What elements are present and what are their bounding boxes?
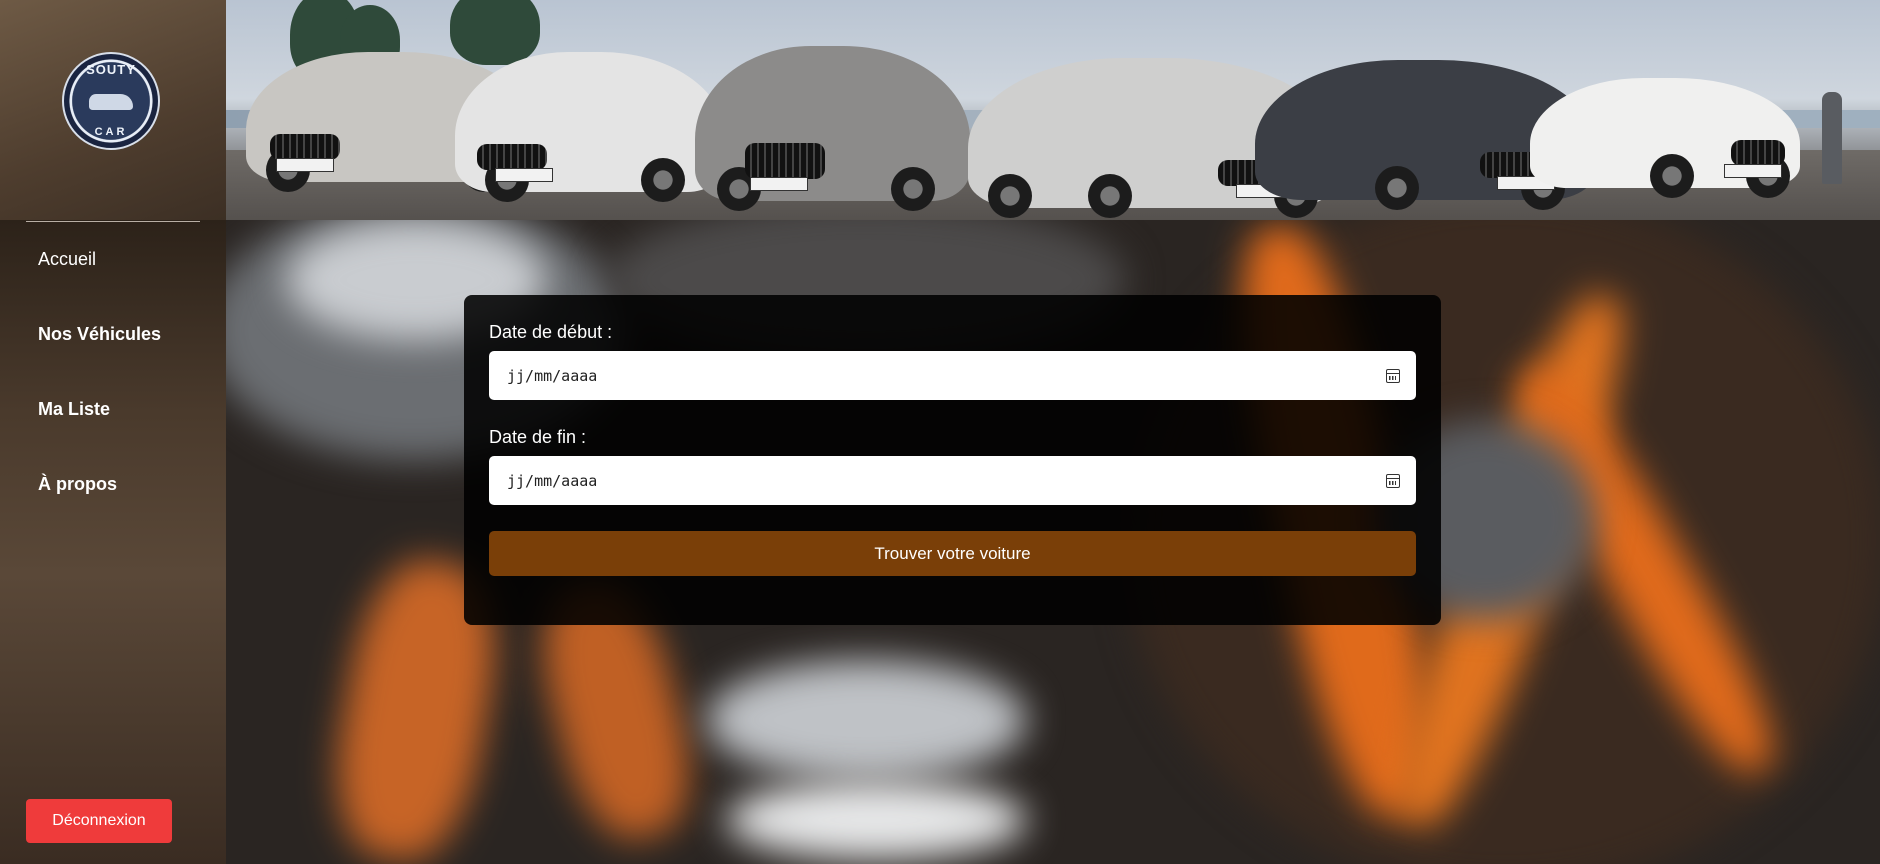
logo-panel: SOUTY CAR	[0, 0, 226, 220]
logout-button[interactable]: Déconnexion	[26, 799, 172, 843]
sidebar	[0, 220, 226, 864]
sidebar-item-vehicules[interactable]: Nos Véhicules	[38, 324, 161, 345]
bg-blob	[706, 660, 1026, 780]
car-image	[695, 46, 970, 211]
find-car-button[interactable]: Trouver votre voiture	[489, 531, 1416, 576]
header-banner	[0, 0, 1880, 220]
start-date-label: Date de début :	[489, 322, 613, 342]
sidebar-item-a-propos[interactable]: À propos	[38, 474, 117, 495]
logo[interactable]: SOUTY CAR	[62, 52, 160, 150]
sidebar-item-ma-liste[interactable]: Ma Liste	[38, 399, 110, 420]
calendar-icon[interactable]	[1386, 368, 1400, 383]
tree-image	[450, 0, 540, 65]
car-icon	[89, 93, 133, 110]
car-image	[1530, 78, 1800, 198]
car-image	[455, 52, 725, 202]
search-form-card: Date de début : Date de fin : Trouver vo…	[464, 295, 1441, 625]
start-date-field[interactable]	[489, 351, 1416, 400]
end-date-label: Date de fin :	[489, 427, 587, 447]
end-date-field[interactable]	[489, 456, 1416, 505]
calendar-icon[interactable]	[1386, 473, 1400, 488]
logo-top-text: SOUTY	[86, 62, 136, 77]
sidebar-divider	[26, 221, 200, 222]
sidebar-item-accueil[interactable]: Accueil	[38, 249, 96, 270]
start-date-input[interactable]	[505, 365, 1386, 386]
charging-station	[1822, 92, 1842, 184]
logo-bottom-text: CAR	[94, 126, 128, 138]
bg-blob	[726, 780, 1026, 860]
end-date-input[interactable]	[505, 470, 1386, 491]
